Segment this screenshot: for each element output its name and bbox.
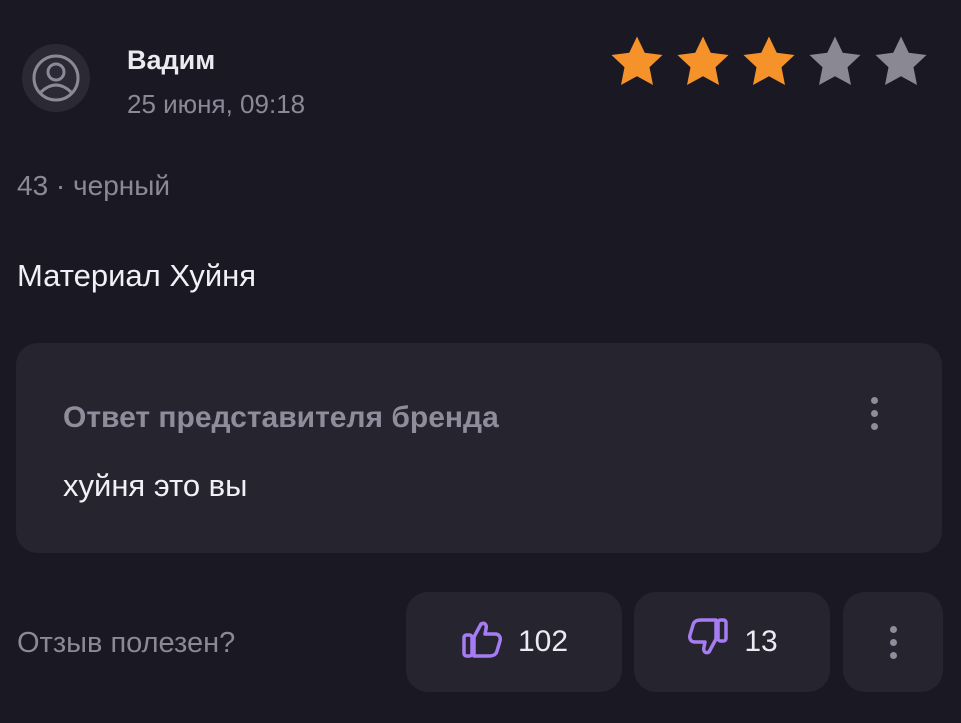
star-rating — [606, 32, 932, 92]
brand-reply-card: Ответ представителя бренда хуйня это вы — [16, 343, 942, 553]
user-avatar-icon — [22, 44, 90, 112]
star-icon — [804, 32, 866, 92]
star-icon — [606, 32, 668, 92]
review-text: Материал Хуйня — [17, 258, 257, 293]
thumbs-down-icon — [686, 616, 730, 668]
dislike-button[interactable]: 13 — [634, 592, 830, 692]
helpful-label: Отзыв полезен? — [17, 627, 236, 659]
star-icon — [672, 32, 734, 92]
review-more-button[interactable] — [843, 592, 943, 692]
dislike-count: 13 — [744, 625, 778, 658]
star-icon — [870, 32, 932, 92]
brand-reply-text: хуйня это вы — [63, 468, 248, 503]
brand-reply-title: Ответ представителя бренда — [63, 401, 499, 434]
thumbs-up-icon — [460, 616, 504, 668]
like-button[interactable]: 102 — [406, 592, 622, 692]
like-count: 102 — [517, 625, 569, 658]
more-vertical-icon — [873, 614, 913, 670]
star-icon — [738, 32, 800, 92]
author-name: Вадим — [127, 45, 216, 75]
review-date: 25 июня, 09:18 — [127, 89, 306, 119]
product-variant: 43 · черный — [17, 170, 170, 201]
reply-more-vertical-icon[interactable] — [854, 385, 894, 441]
